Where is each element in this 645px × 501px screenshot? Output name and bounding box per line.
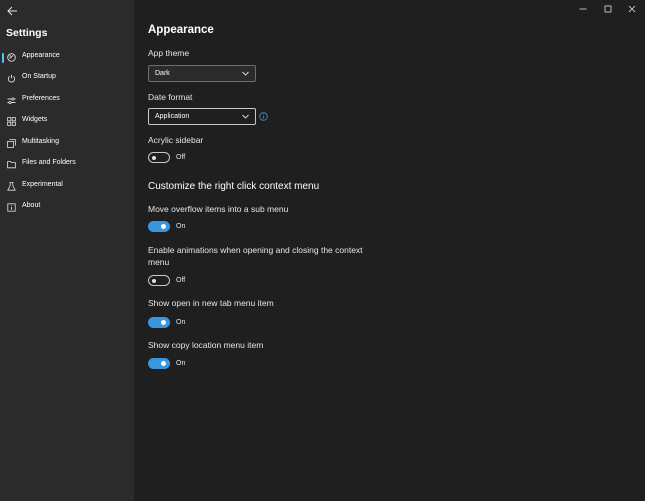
- sidebar-item-label: Files and Folders: [22, 159, 76, 166]
- sidebar-item-on-startup[interactable]: On Startup: [0, 69, 134, 89]
- toggle-state-label: Off: [176, 277, 186, 284]
- app-theme-dropdown[interactable]: Dark: [148, 65, 256, 82]
- chevron-down-icon: [242, 114, 249, 119]
- toggle-state-label: On: [176, 223, 186, 230]
- settings-page: Appearance App theme Dark Date format Ap…: [148, 0, 645, 501]
- date-format-dropdown[interactable]: Application: [148, 108, 256, 125]
- flask-icon: [7, 182, 16, 191]
- date-format-value: Application: [155, 112, 190, 120]
- animations-label-line2: menu: [148, 257, 170, 267]
- sidebar-item-appearance[interactable]: Appearance: [0, 48, 134, 68]
- info-square-icon: [7, 203, 16, 212]
- sidebar-item-label: Appearance: [22, 52, 60, 59]
- sidebar-item-files-and-folders[interactable]: Files and Folders: [0, 155, 134, 175]
- overflow-submenu-label: Move overflow items into a sub menu: [148, 204, 289, 214]
- acrylic-sidebar-toggle[interactable]: [148, 152, 170, 163]
- overflow-submenu-toggle[interactable]: [148, 221, 170, 232]
- sidebar-item-label: Preferences: [22, 95, 60, 102]
- power-icon: [7, 74, 16, 83]
- sidebar-item-about[interactable]: About: [0, 198, 134, 218]
- acrylic-sidebar-label: Acrylic sidebar: [148, 135, 204, 145]
- toggle-state-label: Off: [176, 154, 186, 161]
- open-new-tab-toggle[interactable]: [148, 317, 170, 328]
- sidebar-item-preferences[interactable]: Preferences: [0, 91, 134, 111]
- chevron-down-icon: [242, 71, 249, 76]
- sliders-icon: [7, 96, 16, 105]
- multitasking-icon: [7, 139, 16, 148]
- page-title: Appearance: [148, 24, 214, 36]
- widgets-icon: [7, 117, 16, 126]
- sidebar-item-multitasking[interactable]: Multitasking: [0, 134, 134, 154]
- sidebar: Settings Appearance On Startup Preferenc…: [0, 0, 134, 501]
- sidebar-item-label: Widgets: [22, 116, 48, 123]
- sidebar-item-label: Experimental: [22, 181, 63, 188]
- info-icon[interactable]: [259, 112, 268, 121]
- toggle-state-label: On: [176, 319, 186, 326]
- copy-location-label: Show copy location menu item: [148, 340, 264, 350]
- app-theme-value: Dark: [155, 69, 170, 77]
- appearance-icon: [7, 53, 16, 62]
- sidebar-item-label: Multitasking: [22, 138, 59, 145]
- app-theme-label: App theme: [148, 48, 190, 58]
- open-new-tab-label: Show open in new tab menu item: [148, 298, 274, 308]
- sidebar-item-label: About: [22, 202, 41, 209]
- sidebar-item-widgets[interactable]: Widgets: [0, 112, 134, 132]
- copy-location-toggle[interactable]: [148, 358, 170, 369]
- folder-icon: [7, 160, 16, 169]
- back-button[interactable]: [3, 2, 21, 20]
- sidebar-item-label: On Startup: [22, 73, 56, 80]
- animations-toggle[interactable]: [148, 275, 170, 286]
- app-title: Settings: [6, 27, 48, 39]
- toggle-state-label: On: [176, 360, 186, 367]
- sidebar-item-experimental[interactable]: Experimental: [0, 177, 134, 197]
- back-arrow-icon: [6, 6, 17, 16]
- animations-label: Enable animations when opening and closi…: [148, 245, 363, 255]
- date-format-label: Date format: [148, 92, 193, 102]
- context-menu-heading: Customize the right click context menu: [148, 181, 320, 192]
